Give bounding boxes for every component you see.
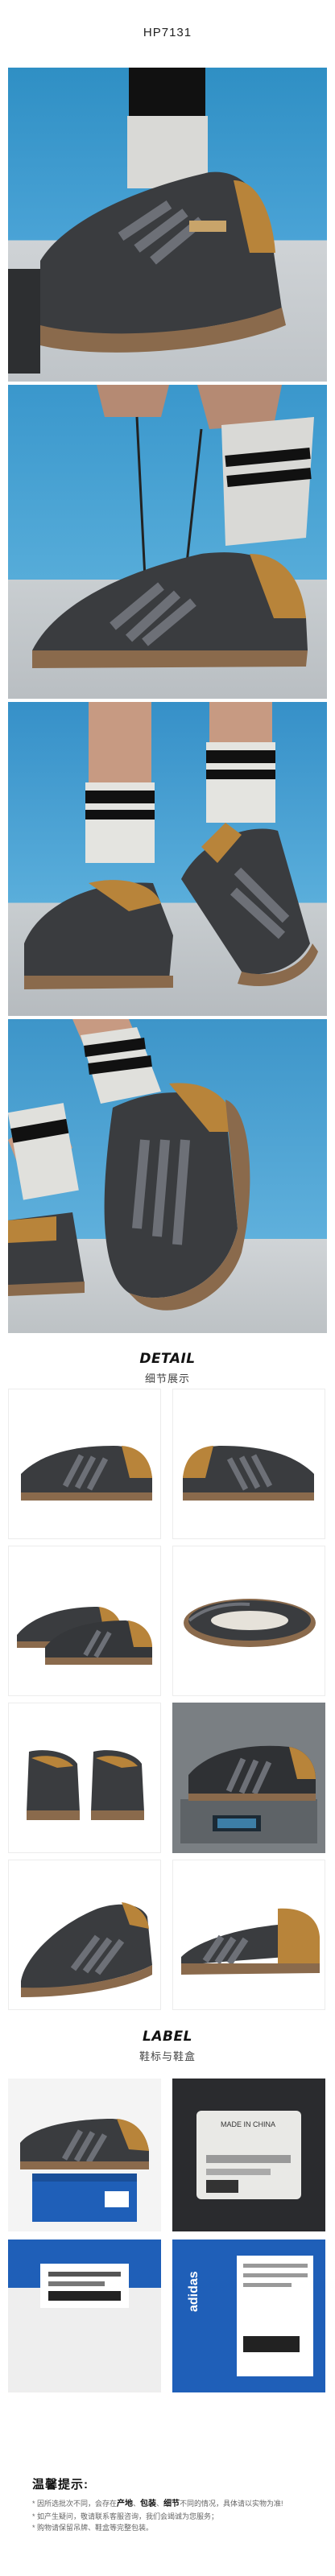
shoe-heels-icon	[27, 1750, 144, 1820]
shoe-side-icon	[21, 1446, 152, 1501]
shoe-photo-side	[8, 68, 286, 374]
hero-photo-4	[8, 1019, 327, 1333]
detail-tile-top	[172, 1546, 325, 1696]
product-code-title: HP7131	[143, 26, 192, 39]
label-section-header: LABEL 鞋标与鞋盒	[0, 2029, 335, 2063]
tongue-tag-photo: MADE IN CHINA	[172, 2079, 325, 2231]
detail-tile-side-right	[172, 1389, 325, 1539]
tips-line-1: * 因所选批次不同，会存在产地、包装、细节不同的情况，具体请以实物为准!	[32, 2499, 306, 2509]
label-heading-en: LABEL	[143, 2029, 192, 2045]
box-side-photo: adidas	[172, 2240, 325, 2392]
shoe-on-scale-icon	[172, 1703, 325, 1853]
tips-line-1-suffix: 不同的情况，具体请以实物为准!	[180, 2500, 283, 2508]
hero-photo-3	[8, 702, 327, 1016]
detail-heading-en: DETAIL	[139, 1351, 196, 1367]
tips-keyword-packaging: 包装	[140, 2500, 157, 2508]
label-heading-cn: 鞋标与鞋盒	[139, 2050, 196, 2062]
shoe-on-box-photo	[8, 2079, 161, 2231]
box-label-photo	[8, 2240, 161, 2392]
tips-line-1-prefix: * 因所选批次不同，会存在	[32, 2500, 118, 2508]
hero-photo-2	[8, 385, 327, 699]
detail-tile-heels	[8, 1703, 161, 1853]
shoe-photo-lacing	[32, 385, 314, 668]
shoe-top-icon	[184, 1599, 316, 1647]
hero-photo-1	[8, 68, 327, 382]
tips-line-3: * 购物请保留吊牌、鞋盒等完整包装。	[32, 2524, 154, 2532]
adidas-box-icon	[172, 2240, 325, 2392]
shoe-box-icon	[20, 2119, 149, 2222]
made-in-china-text: MADE IN CHINA	[221, 2120, 276, 2128]
shoe-angle-icon	[21, 1902, 152, 1997]
detail-section-header: DETAIL 细节展示	[0, 1351, 335, 1385]
detail-tile-pair	[8, 1546, 161, 1696]
shoe-box-label-icon	[8, 2240, 161, 2392]
detail-tile-side-left	[8, 1389, 161, 1539]
tips-title: 温馨提示:	[32, 2478, 89, 2491]
tips-sep: 、	[156, 2500, 164, 2508]
shoe-side-icon	[183, 1446, 314, 1501]
tips-keyword-details: 细节	[163, 2500, 180, 2508]
detail-heading-cn: 细节展示	[144, 1373, 190, 1385]
tips-keyword-origin: 产地	[117, 2500, 134, 2508]
shoe-photo-sole	[8, 1019, 250, 1311]
tips-sep: 、	[133, 2500, 141, 2508]
detail-tile-scale	[172, 1703, 325, 1853]
shoe-heel-tab-icon	[181, 1908, 320, 1975]
shoe-pair-icon	[17, 1607, 152, 1665]
tips-line-2: * 如产生疑问，敬请联系客服咨询，我们会竭诚为您服务；	[32, 2512, 219, 2520]
detail-tile-angle-left	[8, 1860, 161, 2010]
adidas-box-text: adidas	[187, 2271, 201, 2312]
shoe-photo-pair	[24, 702, 318, 989]
detail-tile-heel-tab	[172, 1860, 325, 2010]
size-tag-icon	[172, 2079, 325, 2231]
